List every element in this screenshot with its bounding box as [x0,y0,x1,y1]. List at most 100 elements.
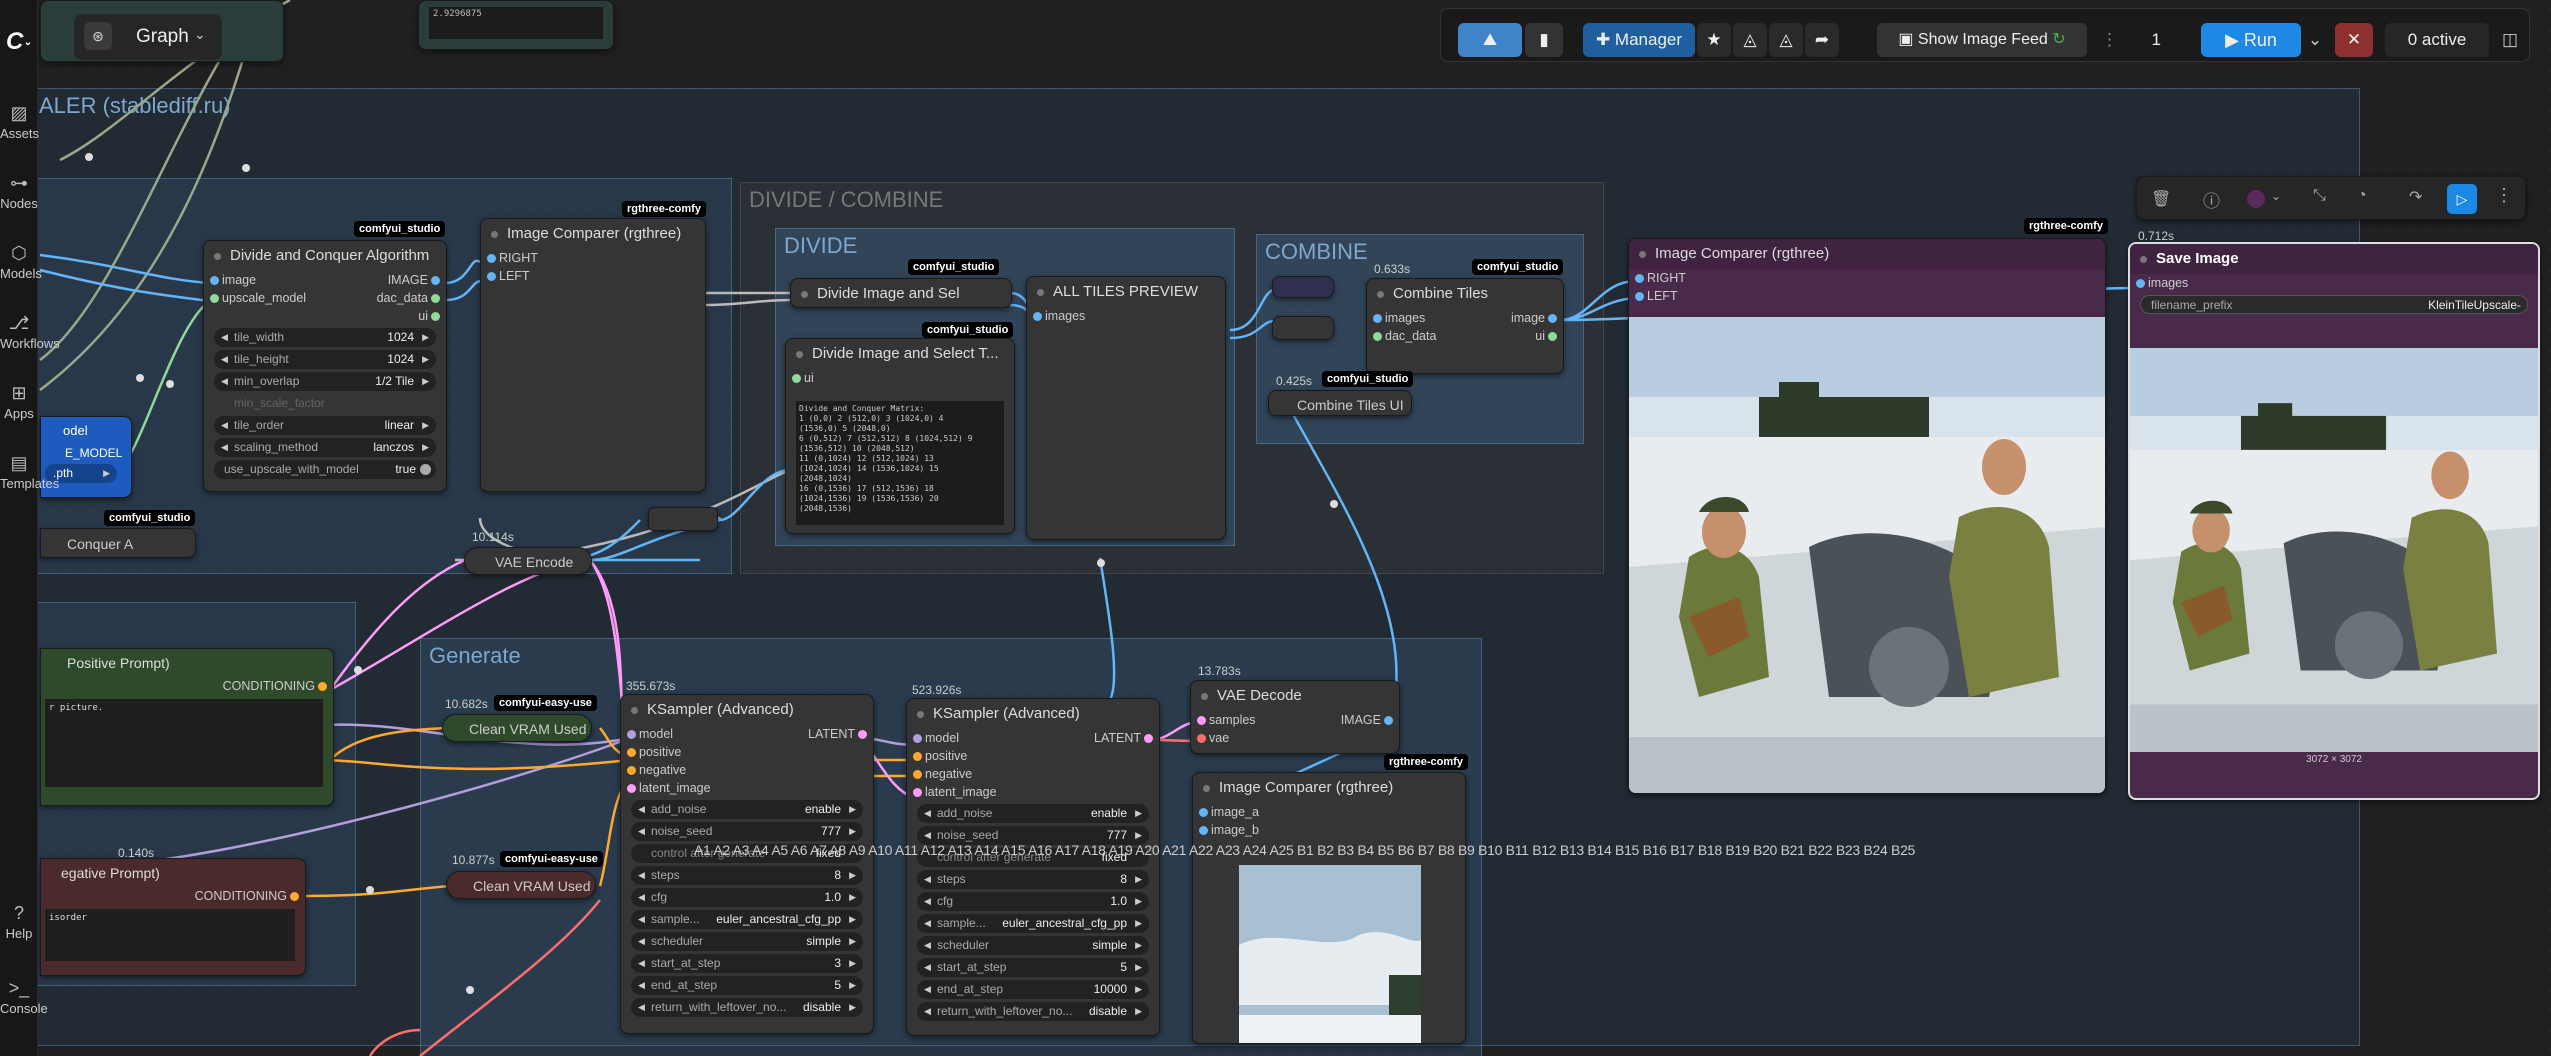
ks2-widget-scheduler[interactable]: ◀ scheduler simple ▶ [917,936,1149,955]
save-time: 0.712s [2138,229,2175,243]
run-options-button[interactable]: ⌄ [2303,23,2327,57]
upscale-model-title-text: odel [63,423,88,438]
negative-prompt-node[interactable]: egative Prompt) CONDITIONING isorder [40,858,306,976]
redo-icon[interactable]: ↷ [2409,187,2422,207]
vae-decode-node[interactable]: VAE Decode samples IMAGE vae [1190,680,1400,754]
save-filename-prefix[interactable]: filename_prefix KleinTileUpscale- [2140,295,2528,314]
chevron-down-icon[interactable]: ⌄ [2271,189,2281,203]
ks1-widget-noise-seed[interactable]: ◀ noise_seed 777 ▶ [631,822,863,841]
sidebar-item-console[interactable]: >_ Console [0,975,48,1016]
more-icon[interactable]: ⋮ [2495,185,2513,206]
show-image-feed-button[interactable]: ▣ Show Image Feed ↻ [1877,23,2087,57]
comparer3-grid-labels[interactable]: A1 A2 A3 A4 A5 A6 A7 A8 A9 A10 A11 A12 A… [694,842,1915,858]
save-image-node[interactable]: Save Image images filename_prefix KleinTi… [2128,242,2540,800]
comparer3-image[interactable] [1239,865,1421,1043]
ks2-widget-sample[interactable]: ◀ sample... euler_ancestral_cfg_pp ▶ [917,914,1149,933]
ks2-widget-start-at-step[interactable]: ◀ start_at_step 5 ▶ [917,958,1149,977]
ks1-widget-steps[interactable]: ◀ steps 8 ▶ [631,866,863,885]
sidebar-item-models[interactable]: ⬡ Models [0,240,42,281]
combine-small-1[interactable] [1272,276,1334,298]
dac-widget-use-upscale[interactable]: use_upscale_with_model true [214,460,436,479]
combine-tiles-node[interactable]: Combine Tiles images image dac_data ui [1366,278,1564,374]
queue-count-input[interactable]: 1 [2121,23,2161,57]
reroute-node[interactable] [648,507,718,531]
positive-text[interactable]: r picture. [45,699,323,787]
ks1-in-positive: positive [639,745,682,759]
positive-prompt-node[interactable]: Positive Prompt) CONDITIONING r picture. [40,648,334,806]
ks1-widget-cfg[interactable]: ◀ cfg 1.0 ▶ [631,888,863,907]
comfy-logo[interactable]: C⌄ [6,28,32,56]
toggle-icon [420,464,431,475]
model-button-a[interactable]: ◬ [1733,23,1767,57]
clean-vram-node-2[interactable]: Clean VRAM Used [446,871,596,899]
ks2-widget-cfg[interactable]: ◀ cfg 1.0 ▶ [917,892,1149,911]
dac-widget-scaling-method[interactable]: ◀ scaling_method lanczos ▶ [214,438,436,457]
graph-canvas[interactable]: ALER (stablediff.ru) DIVIDE / COMBINE DI… [0,0,2551,1056]
bookmark-button[interactable]: ▮ [1525,23,1563,57]
bypass-icon[interactable]: ◔ [2357,187,2367,205]
graph-menu-button[interactable]: ⊛ Graph ⌄ [74,14,222,60]
dist-matrix-text[interactable]: Divide and Conquer Matrix: 1 (0,0) 2 (51… [796,401,1004,525]
ks2-widget-return-with-leftover-no[interactable]: ◀ return_with_leftover_no... disable ▶ [917,1002,1149,1021]
top-value-node[interactable]: 2.9296875 [418,0,614,50]
panel-toggle-button[interactable]: ◫ [2495,23,2525,57]
save-image-preview[interactable] [2130,348,2538,752]
star-button[interactable]: ★ [1697,23,1731,57]
divide-conquer-node[interactable]: Divide and Conquer Algorithm image IMAGE … [203,240,447,492]
ks1-widget-scheduler[interactable]: ◀ scheduler simple ▶ [631,932,863,951]
badge-dis: comfyui_studio [908,259,1000,275]
divide-image-select-node[interactable]: Divide Image and Sel [790,278,1012,308]
cancel-button[interactable]: ✕ [2335,23,2373,57]
trash-icon[interactable]: 🗑 [2151,189,2171,209]
vae-encode-node[interactable]: VAE Encode [464,547,592,575]
sidebar-item-help[interactable]: ? Help [0,900,38,941]
sidebar-item-templates[interactable]: ▤ Templates [0,450,59,491]
combine-tiles-ui-node[interactable]: Combine Tiles UI [1268,390,1412,416]
ks1-widget-start-at-step[interactable]: ◀ start_at_step 3 ▶ [631,954,863,973]
model-button-b[interactable]: ◬ [1769,23,1803,57]
info-icon[interactable]: ⓘ [2203,187,2220,212]
ksampler-2[interactable]: KSampler (Advanced) model LATENT positive ne… [906,698,1160,1036]
ks2-widget-add-noise[interactable]: ◀ add_noise enable ▶ [917,804,1149,823]
badge-clean2: comfyui-easy-use [500,851,603,867]
image-comparer-2[interactable]: Image Comparer (rgthree) RIGHT LEFT [1628,238,2106,794]
logo-button[interactable]: ⛰ [1458,23,1522,57]
run-button[interactable]: ▶ Run [2201,23,2301,57]
dac-widget-min-overlap[interactable]: ◀ min_overlap 1/2 Tile ▶ [214,372,436,391]
active-queue-button[interactable]: 0 active [2385,23,2489,57]
dac-widget-tile-height[interactable]: ◀ tile_height 1024 ▶ [214,350,436,369]
dac-widget-tile-order[interactable]: ◀ tile_order linear ▶ [214,416,436,435]
color-icon[interactable] [2247,190,2265,208]
ks1-widget-add-noise[interactable]: ◀ add_noise enable ▶ [631,800,863,819]
image-comparer-1[interactable]: Image Comparer (rgthree) RIGHT LEFT [480,218,706,492]
execute-icon[interactable]: ▷ [2447,184,2477,214]
badge-combine-ui: comfyui_studio [1322,371,1414,387]
sidebar-item-apps[interactable]: ⊞ Apps [0,380,38,421]
ks2-widget-steps[interactable]: ◀ steps 8 ▶ [917,870,1149,889]
collapse-icon[interactable]: ⤡ [2313,187,2326,205]
divide-image-select-tile-node[interactable]: Divide Image and Select T... ui Divide a… [785,338,1015,534]
ks1-widget-sample[interactable]: ◀ sample... euler_ancestral_cfg_pp ▶ [631,910,863,929]
dac-widget-min-scale[interactable]: min_scale_factor [214,394,436,413]
clean-vram-node-1[interactable]: Clean VRAM Used [442,714,592,742]
sidebar-item-workflows[interactable]: ⎇ Workflows [0,310,60,351]
ks1-widget-return-with-leftover-no[interactable]: ◀ return_with_leftover_no... disable ▶ [631,998,863,1017]
manager-button[interactable]: ✚ Manager [1583,23,1695,57]
sidebar-item-assets[interactable]: ▨ Assets [0,100,39,141]
selection-toolbar[interactable]: 🗑 ⓘ ⌄ ⤡ ◔ ↷ ▷ ⋮ [2136,176,2526,220]
conquer-node[interactable]: Conquer A [40,528,196,558]
ksampler-1[interactable]: KSampler (Advanced) model LATENT positive ne… [620,694,874,1034]
ks2-widget-end-at-step[interactable]: ◀ end_at_step 10000 ▶ [917,980,1149,999]
negative-text[interactable]: isorder [45,909,295,961]
dac-widget-tile-width[interactable]: ◀ tile_width 1024 ▶ [214,328,436,347]
sidebar-item-label: Models [0,266,42,281]
share-button[interactable]: ➦ [1805,23,1839,57]
drag-handle[interactable]: ⋮ [2101,23,2118,57]
all-tiles-preview-node[interactable]: ALL TILES PREVIEW images [1026,276,1226,540]
save-dims: 3072 × 3072 [2306,754,2362,765]
comparer2-image[interactable] [1629,317,2105,793]
sidebar-item-nodes[interactable]: ⊶ Nodes [0,170,38,211]
ks1-widget-end-at-step[interactable]: ◀ end_at_step 5 ▶ [631,976,863,995]
combine-small-2[interactable] [1272,316,1334,340]
image-comparer-3[interactable]: Image Comparer (rgthree) image_a image_b [1192,772,1466,1044]
